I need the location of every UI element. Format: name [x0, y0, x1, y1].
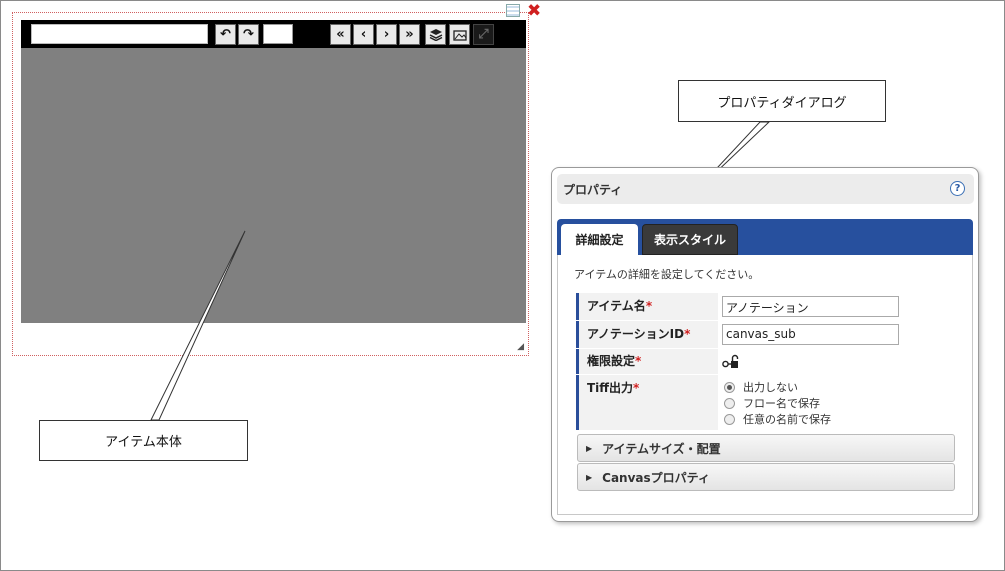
row-item-name: アイテム名* アノテーション: [576, 293, 953, 321]
tab-bar: 詳細設定 表示スタイル: [557, 219, 973, 255]
permission-label: 権限設定*: [576, 349, 715, 374]
radio-checked-icon[interactable]: [724, 381, 735, 393]
annotation-id-label: アノテーションID*: [576, 321, 715, 348]
tab-detail-settings[interactable]: 詳細設定: [561, 224, 638, 255]
row-annotation-id: アノテーションID* canvas_sub: [576, 321, 953, 349]
lock-icon[interactable]: [722, 354, 740, 369]
radio-save-flow-name[interactable]: フロー名で保存: [724, 395, 820, 411]
row-permission: 権限設定*: [576, 349, 953, 375]
item-name-input[interactable]: アノテーション: [722, 296, 899, 317]
section-item-size-layout[interactable]: ▶ アイテムサイズ・配置: [577, 434, 955, 462]
tiff-output-label: Tiff出力*: [576, 375, 715, 430]
row-tiff-output: Tiff出力* 出力しない フロー名で保存 任意の名前で保存: [576, 375, 953, 431]
dialog-description: アイテムの詳細を設定してください。: [574, 268, 760, 281]
dialog-body: アイテムの詳細を設定してください。 アイテム名* アノテーション アノテーション…: [557, 255, 973, 515]
radio-unchecked-icon[interactable]: [724, 413, 735, 425]
triangle-right-icon: ▶: [586, 443, 593, 453]
help-icon[interactable]: ?: [950, 181, 965, 196]
radio-no-output[interactable]: 出力しない: [724, 379, 798, 395]
callout-item-body: アイテム本体: [39, 420, 248, 461]
dialog-header: プロパティ ?: [557, 174, 974, 204]
radio-unchecked-icon[interactable]: [724, 397, 735, 409]
tab-display-style[interactable]: 表示スタイル: [642, 224, 738, 255]
radio-save-custom-name[interactable]: 任意の名前で保存: [724, 411, 831, 427]
annotation-id-input[interactable]: canvas_sub: [722, 324, 899, 345]
item-name-label: アイテム名*: [576, 293, 715, 320]
section-canvas-properties[interactable]: ▶ Canvasプロパティ: [577, 463, 955, 491]
dialog-title: プロパティ: [563, 183, 623, 197]
triangle-right-icon: ▶: [586, 472, 593, 482]
property-dialog: プロパティ ? 詳細設定 表示スタイル アイテムの詳細を設定してください。 アイ…: [551, 167, 979, 522]
callout-property-dialog: プロパティダイアログ: [678, 80, 886, 122]
